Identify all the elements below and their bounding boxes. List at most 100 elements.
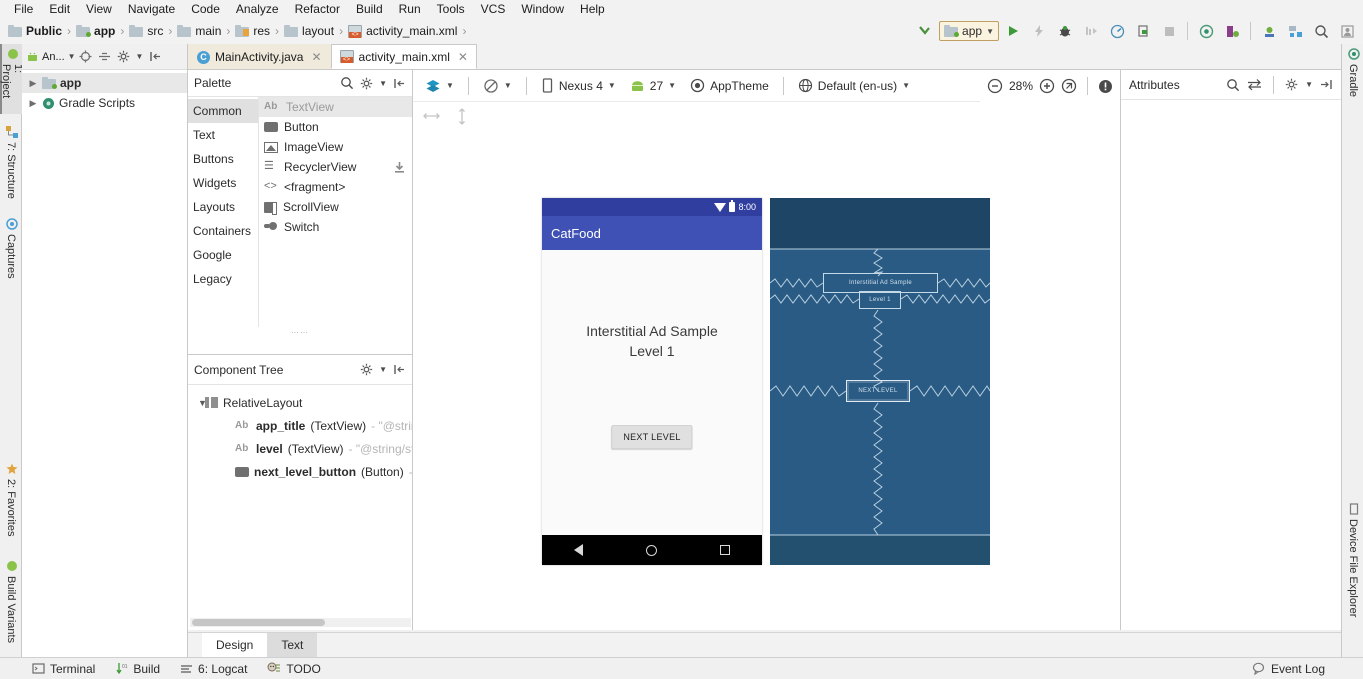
palette-category-text[interactable]: Text [188,123,258,147]
menu-item-analyze[interactable]: Analyze [228,1,287,17]
profile-button[interactable] [1105,20,1129,42]
component-tree-row-next-level-button[interactable]: next_level_button (Button) - [188,460,412,483]
warning-icon[interactable] [1098,79,1113,94]
download-icon[interactable] [393,161,406,174]
target-icon[interactable] [79,50,92,63]
palette-resize-handle[interactable]: ⋯⋯ [188,327,412,337]
close-icon[interactable]: ✕ [458,50,468,64]
menu-item-view[interactable]: View [78,1,120,17]
home-icon[interactable] [645,544,657,556]
breadcrumb-item-res[interactable]: res [235,24,270,38]
zoom-out-icon[interactable] [987,78,1003,94]
hide-icon[interactable] [1320,78,1333,91]
chevron-right-icon[interactable]: ▶ [28,98,38,109]
search-everywhere-button[interactable] [1309,20,1333,42]
menu-item-window[interactable]: Window [513,1,572,17]
palette-item-textview[interactable]: Ab TextView [259,97,412,117]
debug-button[interactable] [1053,20,1077,42]
avd-manager-button[interactable] [1220,20,1244,42]
preview-next-level-button[interactable]: NEXT LEVEL [611,425,693,449]
run-configuration-selector[interactable]: app ▼ [939,21,999,41]
menu-item-file[interactable]: File [6,1,41,17]
project-tree-item-gradle-scripts[interactable]: ▶ Gradle Scripts [22,93,187,113]
zoom-fit-icon[interactable] [1061,78,1077,94]
horizontal-arrows-icon[interactable] [423,110,440,122]
hide-icon[interactable] [393,77,406,90]
palette-item-recyclerview[interactable]: RecyclerView [259,157,412,177]
status-item-logcat[interactable]: 6: Logcat [170,662,257,676]
recents-icon[interactable] [720,545,731,555]
sidebar-item-device-file-explorer[interactable]: Device File Explorer [1342,499,1363,629]
hide-icon[interactable] [149,50,162,63]
palette-category-widgets[interactable]: Widgets [188,171,258,195]
project-panel-title-group[interactable]: An... ▼ [26,50,76,63]
status-item-terminal[interactable]: Terminal [22,662,105,676]
palette-item-imageview[interactable]: ImageView [259,137,412,157]
menu-item-edit[interactable]: Edit [41,1,78,17]
sdk-manager-button[interactable] [1257,20,1281,42]
theme-selector[interactable]: AppTheme [686,76,773,95]
menu-item-code[interactable]: Code [183,1,228,17]
breadcrumb-item-layout[interactable]: layout [284,24,334,38]
vertical-arrows-icon[interactable] [456,107,468,125]
gear-icon[interactable] [117,50,130,63]
gear-icon[interactable] [360,77,373,90]
editor-tab-activity-main-xml[interactable]: activity_main.xml ✕ [330,44,477,69]
menu-item-run[interactable]: Run [391,1,429,17]
sidebar-item-project[interactable]: 1: Project [0,44,24,114]
sidebar-item-captures[interactable]: Captures [0,214,22,292]
breadcrumb-item-public[interactable]: Public [8,24,62,38]
sync-gradle-button[interactable] [1194,20,1218,42]
palette-category-containers[interactable]: Containers [188,219,258,243]
blueprint-next-level-button-box[interactable]: NEXT LEVEL [846,380,910,402]
gear-icon[interactable] [360,363,373,376]
component-tree-row-relativelayout[interactable]: ▼ RelativeLayout [188,391,412,414]
orientation-selector[interactable]: ▼ [479,76,516,96]
tab-design[interactable]: Design [202,633,268,657]
palette-category-buttons[interactable]: Buttons [188,147,258,171]
chevron-down-icon[interactable]: ▼ [188,398,207,408]
blueprint-app-title-box[interactable]: Interstitial Ad Sample [823,273,938,293]
component-tree-row-app-title[interactable]: Ab app_title (TextView) - "@strin [188,414,412,437]
breadcrumb-item-main[interactable]: main [177,24,221,38]
sidebar-item-favorites[interactable]: 2: Favorites [0,459,22,549]
device-preview[interactable]: 8:00 CatFood Interstitial Ad Sample Leve… [542,198,762,565]
tab-text[interactable]: Text [267,633,318,657]
attach-debugger-button[interactable] [1131,20,1155,42]
palette-item-switch[interactable]: Switch [259,217,412,237]
palette-item-fragment[interactable]: <fragment> [259,177,412,197]
breadcrumb-item-activity-main-xml[interactable]: activity_main.xml [348,24,457,38]
palette-category-google[interactable]: Google [188,243,258,267]
device-selector[interactable]: Nexus 4 ▼ [537,76,620,95]
status-item-event-log[interactable]: Event Log [1242,662,1335,676]
chevron-right-icon[interactable]: ▶ [28,78,38,89]
project-structure-button[interactable] [1283,20,1307,42]
search-icon[interactable] [340,76,354,90]
scrollbar-thumb[interactable] [192,619,325,626]
palette-category-layouts[interactable]: Layouts [188,195,258,219]
status-item-todo[interactable]: TODO [257,662,330,676]
sidebar-item-structure[interactable]: 7: Structure [0,122,22,204]
back-icon[interactable] [573,544,583,556]
palette-item-button[interactable]: Button [259,117,412,137]
zoom-in-icon[interactable] [1039,78,1055,94]
sidebar-item-build-variants[interactable]: Build Variants [0,556,22,656]
design-mode-selector[interactable]: ▼ [421,76,458,96]
status-item-build[interactable]: 01 Build [105,662,170,676]
menu-item-build[interactable]: Build [348,1,391,17]
palette-item-scrollview[interactable]: ScrollView [259,197,412,217]
menu-item-tools[interactable]: Tools [429,1,473,17]
breadcrumb-item-app[interactable]: app [76,24,115,38]
blueprint-level-box[interactable]: Level 1 [859,291,901,309]
search-icon[interactable] [1226,78,1240,92]
gear-icon[interactable] [1285,78,1298,91]
project-tree-item-app[interactable]: ▶ app [22,73,187,93]
layout-inspector-button[interactable] [1335,20,1359,42]
close-icon[interactable]: ✕ [311,50,321,64]
apply-changes-button[interactable] [1027,20,1051,42]
stop-button[interactable] [1157,20,1181,42]
component-tree-row-level[interactable]: Ab level (TextView) - "@string/st [188,437,412,460]
menu-item-refactor[interactable]: Refactor [287,1,348,17]
sidebar-item-gradle[interactable]: Gradle [1342,44,1363,110]
palette-category-common[interactable]: Common [188,99,258,123]
